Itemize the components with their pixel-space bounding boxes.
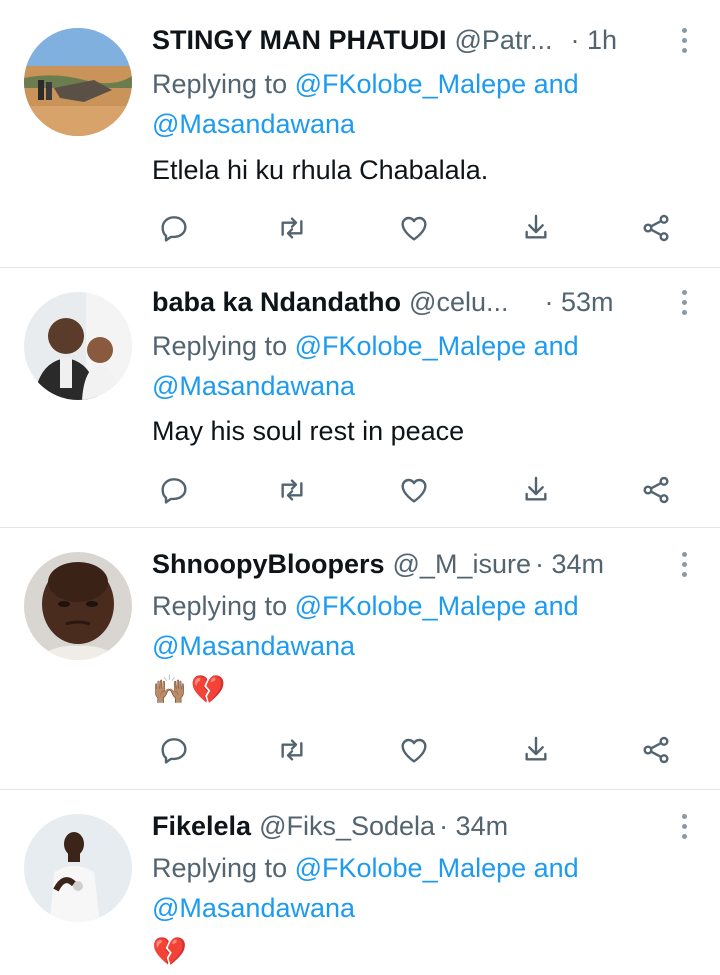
mention-link[interactable]: @FKolobe_Malepe <box>295 591 527 621</box>
heart-icon[interactable] <box>394 208 434 248</box>
more-vertical-icon[interactable] <box>678 808 690 844</box>
avatar-image <box>24 292 132 400</box>
replying-label: Replying to <box>152 853 295 883</box>
timestamp[interactable]: · 53m <box>545 287 614 318</box>
display-name[interactable]: ShnoopyBloopers <box>152 549 385 580</box>
mention-link[interactable]: @Masandawana <box>152 109 355 139</box>
avatar[interactable] <box>24 552 132 660</box>
mention-link[interactable]: @Masandawana <box>152 631 355 661</box>
tweet-header: STINGY MAN PHATUDI @Patr... · 1h <box>152 22 720 58</box>
display-name[interactable]: baba ka Ndandatho <box>152 287 401 318</box>
reply-icon[interactable] <box>154 208 194 248</box>
timestamp[interactable]: · 34m <box>535 549 604 580</box>
tweet-actions <box>152 208 692 248</box>
tweet-feed: STINGY MAN PHATUDI @Patr... · 1h Replyin… <box>0 0 720 975</box>
more-vertical-icon[interactable] <box>678 284 690 320</box>
tweet[interactable]: Fikelela @Fiks_Sodela · 34m Replying to … <box>0 790 720 975</box>
replying-to: Replying to @FKolobe_Malepe and @Masanda… <box>152 326 692 406</box>
reply-icon[interactable] <box>154 470 194 510</box>
replying-label: Replying to <box>152 591 295 621</box>
mention-link[interactable]: @FKolobe_Malepe <box>295 331 527 361</box>
tweet-actions <box>152 470 692 510</box>
replying-to: Replying to @FKolobe_Malepe and @Masanda… <box>152 848 692 928</box>
and-text: and <box>526 331 579 361</box>
bookmark-download-icon[interactable] <box>516 208 556 248</box>
tweet-text: 🙌🏽💔 <box>152 673 230 706</box>
retweet-icon[interactable] <box>272 208 312 248</box>
share-icon[interactable] <box>636 208 676 248</box>
tweet-header: ShnoopyBloopers @_M_isure · 34m <box>152 546 720 582</box>
tweet-text: Etlela hi ku rhula Chabalala. <box>152 155 489 185</box>
heart-icon[interactable] <box>394 470 434 510</box>
avatar-image <box>24 814 132 922</box>
display-name[interactable]: Fikelela <box>152 811 251 842</box>
heart-icon[interactable] <box>394 730 434 770</box>
tweet-header: Fikelela @Fiks_Sodela · 34m <box>152 808 720 844</box>
bookmark-download-icon[interactable] <box>516 470 556 510</box>
retweet-icon[interactable] <box>272 730 312 770</box>
user-handle[interactable]: @Fiks_Sodela <box>259 811 435 842</box>
tweet-text: May his soul rest in peace <box>152 416 465 446</box>
tweet-header: baba ka Ndandatho @celu... · 53m <box>152 284 720 320</box>
more-vertical-icon[interactable] <box>678 546 690 582</box>
tweet[interactable]: STINGY MAN PHATUDI @Patr... · 1h Replyin… <box>0 0 720 268</box>
user-handle[interactable]: @Patr... <box>455 25 553 56</box>
avatar[interactable] <box>24 814 132 922</box>
reply-icon[interactable] <box>154 730 194 770</box>
timestamp[interactable]: · 34m <box>439 811 508 842</box>
user-handle[interactable]: @_M_isure <box>393 549 531 580</box>
avatar-image <box>24 28 132 136</box>
more-vertical-icon[interactable] <box>678 22 690 58</box>
mention-link[interactable]: @FKolobe_Malepe <box>295 853 527 883</box>
share-icon[interactable] <box>636 730 676 770</box>
replying-label: Replying to <box>152 331 295 361</box>
mention-link[interactable]: @Masandawana <box>152 893 355 923</box>
replying-label: Replying to <box>152 69 295 99</box>
bookmark-download-icon[interactable] <box>516 730 556 770</box>
avatar[interactable] <box>24 292 132 400</box>
mention-link[interactable]: @FKolobe_Malepe <box>295 69 527 99</box>
timestamp[interactable]: · 1h <box>570 25 617 56</box>
tweet-text: 💔 <box>152 935 191 968</box>
tweet[interactable]: baba ka Ndandatho @celu... · 53m Replyin… <box>0 268 720 528</box>
avatar[interactable] <box>24 28 132 136</box>
and-text: and <box>526 853 579 883</box>
display-name[interactable]: STINGY MAN PHATUDI <box>152 25 447 56</box>
mention-link[interactable]: @Masandawana <box>152 371 355 401</box>
tweet[interactable]: ShnoopyBloopers @_M_isure · 34m Replying… <box>0 528 720 790</box>
and-text: and <box>526 69 579 99</box>
replying-to: Replying to @FKolobe_Malepe and @Masanda… <box>152 64 692 144</box>
avatar-image <box>24 552 132 660</box>
and-text: and <box>526 591 579 621</box>
user-handle[interactable]: @celu... <box>409 287 508 318</box>
replying-to: Replying to @FKolobe_Malepe and @Masanda… <box>152 586 692 666</box>
retweet-icon[interactable] <box>272 470 312 510</box>
tweet-actions <box>152 730 692 770</box>
share-icon[interactable] <box>636 470 676 510</box>
